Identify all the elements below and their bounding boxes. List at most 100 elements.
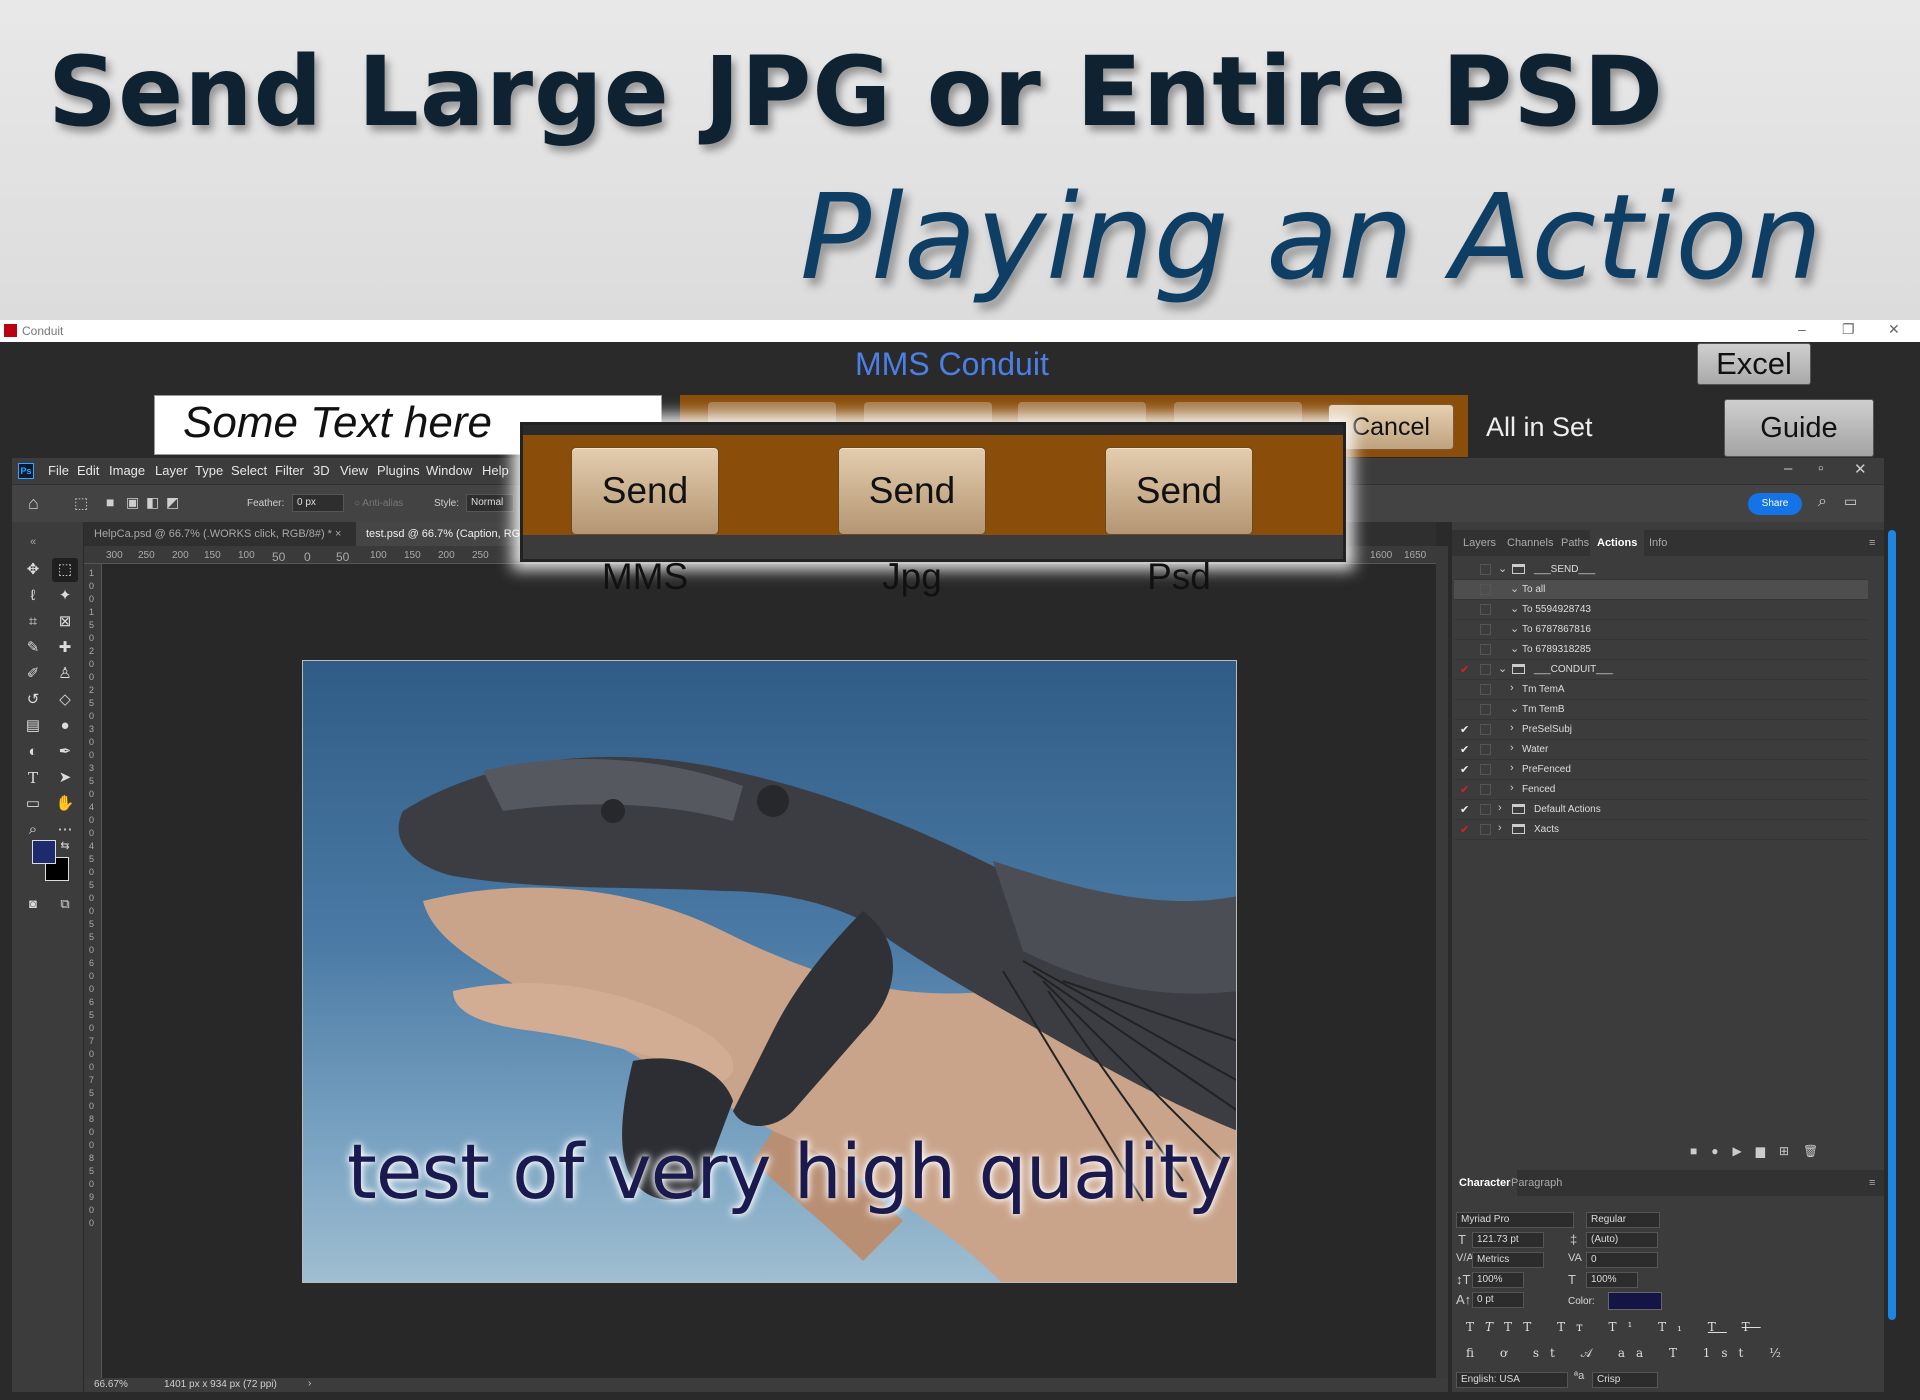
chevron-down-icon[interactable]: ⌄ [1510,622,1519,635]
tracking-field[interactable]: 0 [1586,1252,1658,1268]
history-brush-icon[interactable]: ↺ [20,688,46,712]
dialog-toggle-checkbox[interactable] [1480,684,1491,695]
type-style-buttons[interactable]: TTTT Tт T¹ T₁ T T [1466,1320,1761,1334]
search-icon[interactable]: ⌕ [1818,493,1827,511]
stop-icon[interactable]: ■ [1690,1144,1711,1158]
action-row[interactable]: › Tm TemA [1454,680,1868,700]
crop-icon[interactable]: ⌗ [20,610,46,634]
ps-close-icon[interactable]: ✕ [1854,460,1867,478]
action-row[interactable]: ✔ › PreFenced [1454,760,1868,780]
action-row[interactable]: ✔ › Xacts [1454,820,1868,840]
leading-field[interactable]: (Auto) [1586,1232,1658,1248]
menu-filter[interactable]: Filter [275,463,304,478]
action-toggle-checkbox[interactable]: ✔ [1460,763,1472,777]
style-select[interactable]: Normal [466,494,514,512]
kerning-field[interactable]: Metrics [1472,1252,1544,1268]
action-toggle-checkbox[interactable] [1460,643,1472,657]
move-icon[interactable]: ✥ [20,558,46,582]
chevron-down-icon[interactable]: ⌄ [1498,662,1507,675]
chevron-right-icon[interactable]: › [1498,822,1502,834]
dialog-toggle-checkbox[interactable] [1480,564,1491,575]
tab-channels[interactable]: Channels [1500,530,1560,556]
action-toggle-checkbox[interactable]: ✔ [1460,783,1472,797]
baseline-shift-field[interactable]: 0 pt [1472,1292,1524,1308]
dialog-toggle-checkbox[interactable] [1480,824,1491,835]
dialog-toggle-checkbox[interactable] [1480,724,1491,735]
tab-close-icon[interactable]: × [335,528,341,540]
lasso-icon[interactable]: ℓ [20,584,46,608]
gradient-icon[interactable]: ▤ [20,714,46,738]
new-action-icon[interactable]: ⊞ [1779,1144,1803,1158]
panel-menu-icon[interactable]: ≡ [1862,530,1882,556]
cancel-button[interactable]: Cancel [1328,404,1454,450]
action-toggle-checkbox[interactable]: ✔ [1460,743,1472,757]
send-mms-button[interactable]: Send MMS [571,447,719,597]
chevron-down-icon[interactable]: ⌄ [1510,642,1519,655]
chevron-right-icon[interactable]: › [1498,802,1502,814]
eraser-icon[interactable]: ◇ [52,688,78,712]
pen-icon[interactable]: ✒ [52,740,78,764]
eyedropper-icon[interactable]: ✎ [20,636,46,660]
new-set-icon[interactable]: ▆ [1756,1144,1779,1158]
chevron-down-icon[interactable]: ⌄ [1510,582,1519,595]
delete-icon[interactable]: 🗑 [1803,1144,1832,1158]
zoom-icon[interactable]: ⌕ [20,818,46,842]
magic-wand-icon[interactable]: ✦ [52,584,78,608]
chevron-down-icon[interactable]: ⌄ [1510,602,1519,615]
menu-plugins[interactable]: Plugins [377,463,420,478]
home-icon[interactable]: ⌂ [28,493,39,514]
tab-helpca[interactable]: HelpCa.psd @ 66.7% (.WORKS click, RGB/8#… [84,522,356,546]
send-psd-button[interactable]: Send Psd [1105,447,1253,597]
action-toggle-checkbox[interactable]: ✔ [1460,723,1472,737]
chevron-down-icon[interactable]: ⌄ [1498,562,1507,575]
rectangle-icon[interactable]: ▭ [20,792,46,816]
quick-mask-icon[interactable]: ◙ [20,892,46,916]
action-toggle-checkbox[interactable]: ✔ [1460,803,1472,817]
menu-image[interactable]: Image [109,463,145,478]
hand-icon[interactable]: ✋ [52,792,78,816]
workspace-icon[interactable]: ▭ [1844,493,1857,510]
dialog-toggle-checkbox[interactable] [1480,624,1491,635]
menu-3d[interactable]: 3D [313,463,330,478]
selection-add-icon[interactable]: ▣ [126,494,139,511]
tab-actions[interactable]: Actions [1590,530,1645,556]
language-select[interactable]: English: USA [1456,1372,1568,1388]
chevron-right-icon[interactable]: › [1510,682,1514,694]
antialias-checkbox[interactable]: ○ Anti-alias [354,498,403,509]
action-toggle-checkbox[interactable] [1460,703,1472,717]
action-row[interactable]: ⌄ To 5594928743 [1454,600,1868,620]
action-row[interactable]: ⌄ To 6787867816 [1454,620,1868,640]
action-toggle-checkbox[interactable]: ✔ [1460,663,1472,677]
collapse-icon[interactable]: « [20,530,46,554]
font-size-field[interactable]: 121.73 pt [1472,1232,1544,1248]
status-arrow-icon[interactable]: › [308,1378,311,1389]
tab-layers[interactable]: Layers [1456,530,1503,556]
tab-info[interactable]: Info [1642,530,1674,556]
dialog-toggle-checkbox[interactable] [1480,584,1491,595]
excel-button[interactable]: Excel [1697,343,1811,385]
text-color-swatch[interactable] [1608,1292,1662,1310]
action-row[interactable]: ✔ › Default Actions [1454,800,1868,820]
dialog-toggle-checkbox[interactable] [1480,604,1491,615]
marquee-icon[interactable]: ⬚ [52,558,78,582]
horizontal-scale-field[interactable]: 100% [1586,1272,1638,1288]
action-row[interactable]: ⌄ ___SEND___ [1454,560,1868,580]
character-menu-icon[interactable]: ≡ [1862,1170,1882,1196]
menu-layer[interactable]: Layer [155,463,188,478]
dialog-toggle-checkbox[interactable] [1480,664,1491,675]
tab-paragraph[interactable]: Paragraph [1504,1170,1569,1196]
action-toggle-checkbox[interactable] [1460,623,1472,637]
play-icon[interactable]: ▶ [1733,1144,1756,1158]
chevron-right-icon[interactable]: › [1510,782,1514,794]
action-row[interactable]: ✔ ⌄ ___CONDUIT___ [1454,660,1868,680]
menu-select[interactable]: Select [231,463,267,478]
action-row[interactable]: ✔ › Fenced [1454,780,1868,800]
frame-icon[interactable]: ⊠ [52,610,78,634]
action-toggle-checkbox[interactable]: ✔ [1460,823,1472,837]
action-toggle-checkbox[interactable] [1460,683,1472,697]
ps-restore-icon[interactable]: ▫ [1818,460,1823,477]
ps-minimize-icon[interactable]: – [1784,460,1792,477]
close-icon[interactable]: ✕ [1888,321,1900,338]
chevron-right-icon[interactable]: › [1510,762,1514,774]
stamp-icon[interactable]: ♙ [52,662,78,686]
